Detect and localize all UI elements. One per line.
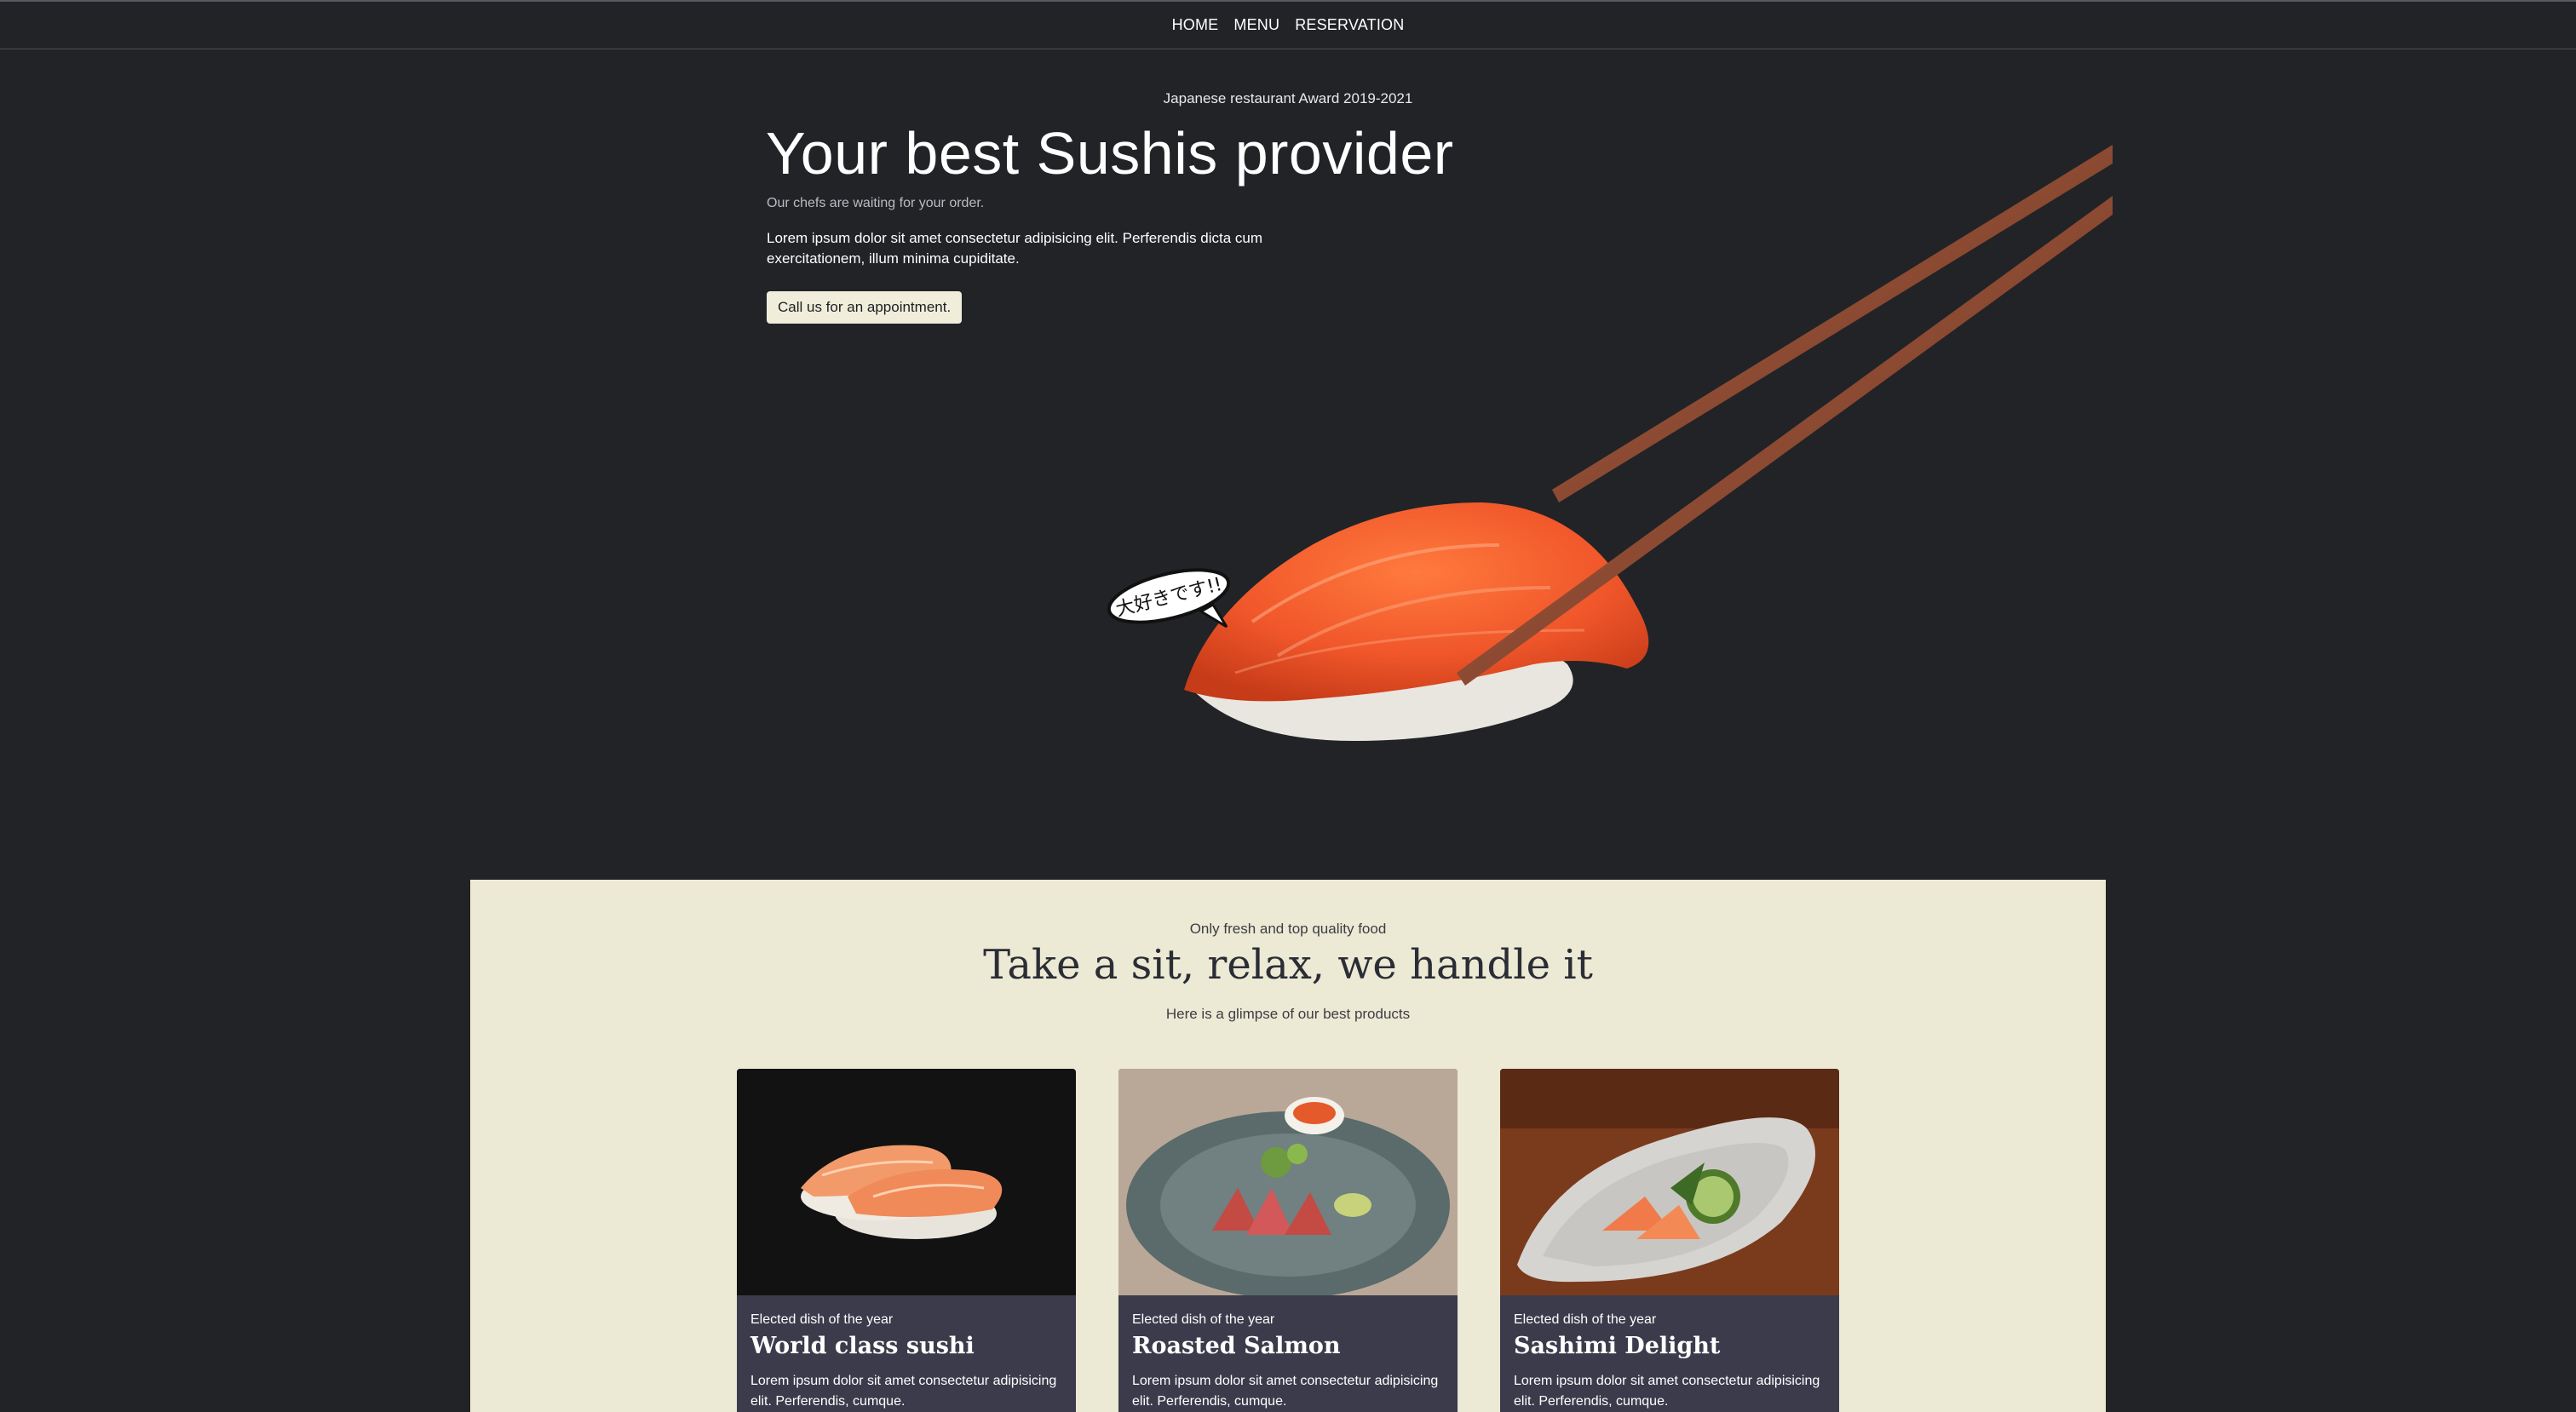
award-text: Japanese restaurant Award 2019-2021 — [1163, 90, 1413, 106]
card-title: Sashimi Delight — [1514, 1333, 1721, 1359]
card-tag: Elected dish of the year — [1132, 1312, 1275, 1327]
nav-menu-link[interactable]: MENU — [1233, 16, 1279, 34]
card-description: Lorem ipsum dolor sit amet consectetur a… — [1514, 1374, 1820, 1409]
nav-reservation-link[interactable]: RESERVATION — [1295, 16, 1404, 34]
sushi-chopsticks-image: 大好きです!! — [1107, 145, 2113, 741]
card-description: Lorem ipsum dolor sit amet consectetur a… — [1132, 1374, 1439, 1409]
roasted-salmon-image — [1118, 1069, 1458, 1295]
card-description: Lorem ipsum dolor sit amet consectetur a… — [750, 1374, 1057, 1409]
card-tag: Elected dish of the year — [750, 1312, 894, 1327]
chopstick-upper — [1552, 145, 2113, 502]
appointment-button[interactable]: Call us for an appointment. — [767, 291, 963, 324]
section-title: Take a sit, relax, we handle it — [983, 941, 1593, 989]
top-nav: HOME MENU RESERVATION — [0, 0, 2576, 49]
nav-home-link[interactable]: HOME — [1172, 16, 1219, 34]
speech-bubble: 大好きです!! — [1107, 568, 1231, 629]
hero-subtitle: Our chefs are waiting for your order. — [767, 196, 985, 210]
sashimi-image — [1500, 1069, 1839, 1295]
section-kicker: Only fresh and top quality food — [1189, 921, 1387, 937]
product-card[interactable]: Elected dish of the year World class sus… — [737, 1069, 1076, 1412]
chopstick-lower — [1457, 196, 2113, 686]
card-title: Roasted Salmon — [1132, 1333, 1341, 1359]
card-title: World class sushi — [750, 1333, 975, 1359]
product-card[interactable]: Elected dish of the year Roasted Salmon … — [1118, 1069, 1458, 1412]
products-section: Only fresh and top quality food Take a s… — [470, 880, 2106, 1412]
card-tag: Elected dish of the year — [1514, 1312, 1657, 1327]
section-subtitle: Here is a glimpse of our best products — [1165, 1006, 1411, 1022]
nigiri-sushi-image — [737, 1069, 1076, 1295]
product-card[interactable]: Elected dish of the year Sashimi Delight… — [1500, 1069, 1839, 1412]
